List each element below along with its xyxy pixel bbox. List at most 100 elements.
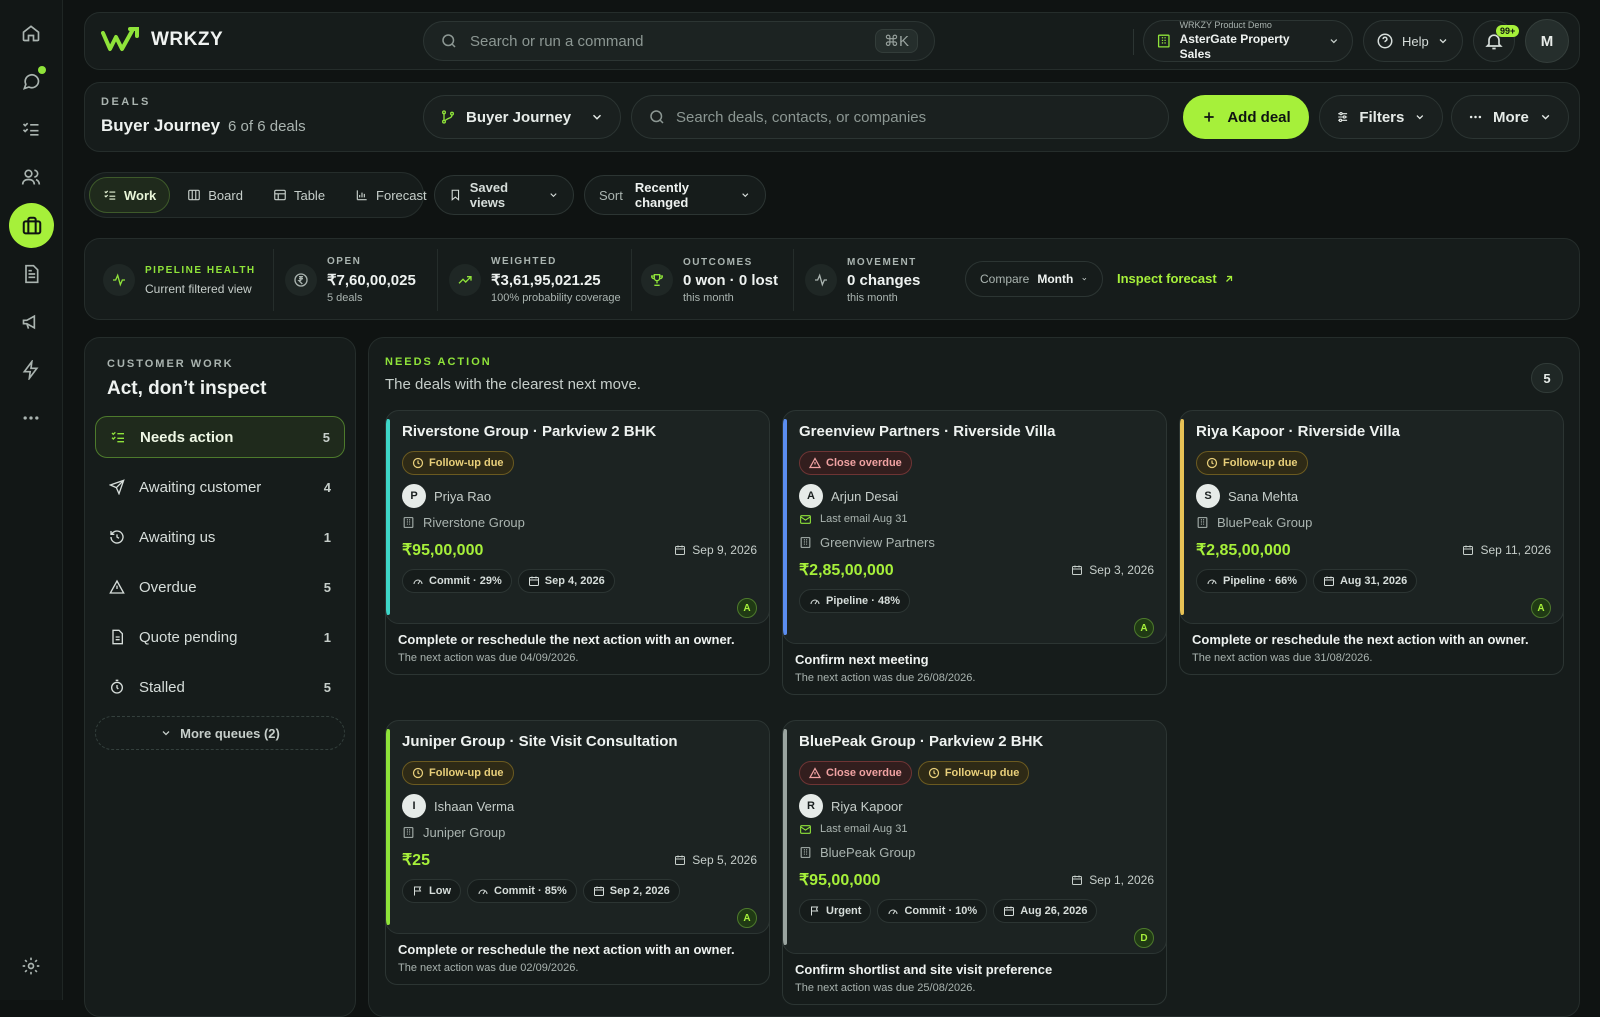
table-icon bbox=[274, 189, 286, 201]
owner-avatar[interactable]: A bbox=[737, 598, 757, 618]
deal-chip[interactable]: Sep 4, 2026 bbox=[517, 569, 615, 593]
notifications-button[interactable]: 99+ bbox=[1473, 20, 1520, 62]
deal-title[interactable]: Juniper Group · Site Visit Consultation bbox=[402, 731, 757, 753]
deal-chip[interactable]: Aug 26, 2026 bbox=[993, 899, 1098, 923]
deal-chip[interactable]: Low bbox=[402, 879, 461, 903]
deal-search-input[interactable]: Search deals, contacts, or companies bbox=[631, 95, 1169, 139]
chip-label: Sep 2, 2026 bbox=[609, 885, 670, 897]
trend-up-icon bbox=[449, 264, 481, 296]
deal-chip[interactable]: Urgent bbox=[799, 899, 872, 923]
deal-card[interactable]: BluePeak Group · Parkview 2 BHK Close ov… bbox=[782, 720, 1167, 1005]
clock-icon bbox=[1206, 457, 1218, 469]
command-search[interactable]: Search or run a command ⌘K bbox=[423, 21, 935, 61]
deal-chip[interactable]: Pipeline · 48% bbox=[799, 589, 910, 613]
sort-select[interactable]: Sort Recently changed bbox=[584, 175, 766, 215]
deal-count: 6 of 6 deals bbox=[228, 118, 306, 135]
more-dots-icon[interactable] bbox=[12, 399, 50, 437]
deal-card[interactable]: Greenview Partners · Riverside Villa Clo… bbox=[782, 410, 1167, 695]
user-avatar[interactable]: M bbox=[1525, 19, 1569, 63]
deal-card-body[interactable]: Riverstone Group · Parkview 2 BHK Follow… bbox=[385, 410, 770, 624]
documents-icon[interactable] bbox=[12, 255, 50, 293]
add-deal-button[interactable]: Add deal bbox=[1183, 95, 1309, 139]
deal-card-body[interactable]: BluePeak Group · Parkview 2 BHK Close ov… bbox=[782, 720, 1167, 954]
deal-card[interactable]: Riverstone Group · Parkview 2 BHK Follow… bbox=[385, 410, 770, 675]
owner-avatar[interactable]: D bbox=[1134, 928, 1154, 948]
deal-contact[interactable]: I Ishaan Verma bbox=[402, 793, 757, 819]
tab-work[interactable]: Work bbox=[89, 177, 171, 213]
owner-avatar[interactable]: A bbox=[1531, 598, 1551, 618]
deal-contact[interactable]: A Arjun Desai bbox=[799, 483, 1154, 509]
deal-chip[interactable]: Sep 2, 2026 bbox=[582, 879, 680, 903]
deal-owner: D bbox=[799, 923, 1154, 953]
deal-card-body[interactable]: Greenview Partners · Riverside Villa Clo… bbox=[782, 410, 1167, 644]
help-button[interactable]: Help bbox=[1363, 20, 1463, 62]
queue-quote-pending[interactable]: Quote pending 1 bbox=[95, 616, 345, 658]
deal-company[interactable]: Juniper Group bbox=[402, 819, 757, 845]
deal-card-body[interactable]: Juniper Group · Site Visit Consultation … bbox=[385, 720, 770, 934]
deal-chip[interactable]: Commit · 10% bbox=[877, 899, 988, 923]
chevron-down-icon bbox=[1416, 115, 1424, 120]
more-queues-button[interactable]: More queues (2) bbox=[95, 716, 345, 750]
chat-icon[interactable] bbox=[12, 62, 50, 100]
deal-card[interactable]: Juniper Group · Site Visit Consultation … bbox=[385, 720, 770, 985]
compare-select[interactable]: Compare Month bbox=[965, 261, 1103, 297]
deal-contact[interactable]: S Sana Mehta bbox=[1196, 483, 1551, 509]
sliders-icon bbox=[1338, 112, 1348, 122]
tenant-switcher[interactable]: WRKZY Product Demo AsterGate Property Sa… bbox=[1143, 20, 1353, 62]
close-overdue-badge: Close overdue bbox=[799, 761, 912, 785]
tasks-icon[interactable] bbox=[12, 110, 50, 148]
sidebar-title: Act, don’t inspect bbox=[107, 378, 267, 399]
queue-awaiting-us[interactable]: Awaiting us 1 bbox=[95, 516, 345, 558]
more-button[interactable]: More bbox=[1451, 95, 1569, 139]
pipeline-select[interactable]: Buyer Journey bbox=[423, 95, 621, 139]
queue-needs-action[interactable]: Needs action 5 bbox=[95, 416, 345, 458]
tab-forecast[interactable]: Forecast bbox=[342, 177, 440, 213]
deal-company[interactable]: Riverstone Group bbox=[402, 509, 757, 535]
calendar-icon bbox=[674, 544, 686, 556]
owner-avatar[interactable]: A bbox=[737, 908, 757, 928]
metric-sub: 100% probability coverage bbox=[491, 292, 621, 304]
deal-title[interactable]: Riya Kapoor · Riverside Villa bbox=[1196, 421, 1551, 443]
deal-chip[interactable]: Aug 31, 2026 bbox=[1312, 569, 1418, 593]
megaphone-icon[interactable] bbox=[12, 303, 50, 341]
queue-label: Awaiting us bbox=[139, 528, 216, 546]
deal-owner: A bbox=[402, 903, 757, 933]
settings-gear-icon[interactable] bbox=[12, 947, 50, 985]
deals-briefcase-icon[interactable] bbox=[9, 203, 54, 248]
contact-avatar: P bbox=[402, 484, 426, 508]
deal-contact[interactable]: P Priya Rao bbox=[402, 483, 757, 509]
filters-button[interactable]: Filters bbox=[1319, 95, 1443, 139]
deal-amount-row: ₹95,00,000 Sep 1, 2026 bbox=[799, 865, 1154, 895]
queue-overdue[interactable]: Overdue 5 bbox=[95, 566, 345, 608]
deal-company[interactable]: BluePeak Group bbox=[1196, 509, 1551, 535]
deal-card[interactable]: Riya Kapoor · Riverside Villa Follow-up … bbox=[1179, 410, 1564, 675]
tab-table[interactable]: Table bbox=[260, 177, 338, 213]
deal-chip[interactable]: Pipeline · 66% bbox=[1196, 569, 1307, 593]
app-logo[interactable]: WRKZY bbox=[101, 27, 223, 53]
queue-awaiting-customer[interactable]: Awaiting customer 4 bbox=[95, 466, 345, 508]
deal-tags: Close overdue bbox=[799, 451, 1154, 475]
deal-company[interactable]: BluePeak Group bbox=[799, 839, 1154, 865]
metric-movement: MOVEMENT 0 changes this month bbox=[805, 249, 920, 311]
queue-stalled[interactable]: Stalled 5 bbox=[95, 666, 345, 708]
metric-value: 0 won · 0 lost bbox=[683, 271, 779, 289]
send-icon bbox=[109, 479, 125, 495]
deal-card-body[interactable]: Riya Kapoor · Riverside Villa Follow-up … bbox=[1179, 410, 1564, 624]
lightning-icon[interactable] bbox=[12, 351, 50, 389]
more-label: More bbox=[1493, 108, 1529, 126]
deal-contact[interactable]: R Riya Kapoor bbox=[799, 793, 1154, 819]
tab-board[interactable]: Board bbox=[174, 177, 256, 213]
deal-title[interactable]: Greenview Partners · Riverside Villa bbox=[799, 421, 1154, 443]
deal-company[interactable]: Greenview Partners bbox=[799, 529, 1154, 555]
deal-title[interactable]: Riverstone Group · Parkview 2 BHK bbox=[402, 421, 757, 443]
owner-avatar[interactable]: A bbox=[1134, 618, 1154, 638]
deal-amount: ₹2,85,00,000 bbox=[1196, 542, 1291, 559]
deal-title[interactable]: BluePeak Group · Parkview 2 BHK bbox=[799, 731, 1154, 753]
deal-chip[interactable]: Commit · 85% bbox=[467, 879, 577, 903]
inspect-forecast-link[interactable]: Inspect forecast bbox=[1117, 271, 1235, 286]
arrow-up-right-icon bbox=[1225, 275, 1232, 282]
contacts-icon[interactable] bbox=[12, 158, 50, 196]
deal-chip[interactable]: Commit · 29% bbox=[402, 569, 512, 593]
saved-views-button[interactable]: Saved views bbox=[434, 175, 574, 215]
home-icon[interactable] bbox=[12, 14, 50, 52]
